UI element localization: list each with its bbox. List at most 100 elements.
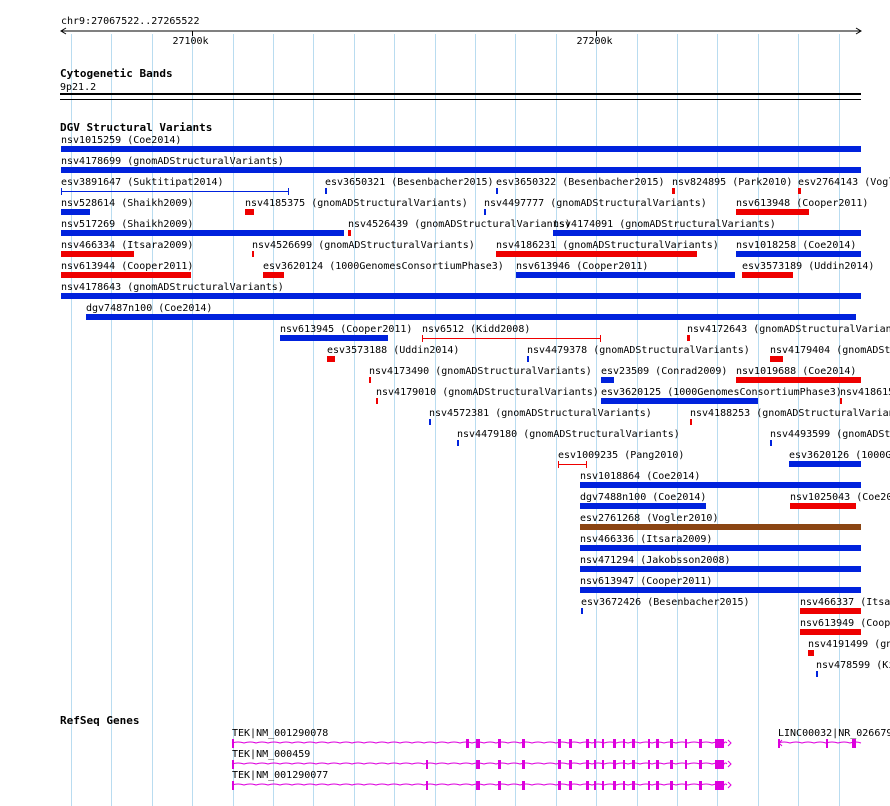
refseq-exon[interactable] (699, 739, 702, 748)
dgv-feature[interactable]: nsv4178643 (gnomADStructuralVariants) (61, 282, 861, 299)
dgv-feature-label[interactable]: nsv613949 (Cooper2011) (800, 618, 890, 629)
refseq-exon[interactable] (476, 739, 480, 748)
dgv-feature[interactable]: nsv4179010 (gnomADStructuralVariants) (376, 387, 599, 404)
dgv-feature-bar[interactable] (800, 629, 861, 635)
dgv-feature-label[interactable]: nsv613948 (Cooper2011) (736, 198, 868, 209)
refseq-exon[interactable] (715, 739, 724, 748)
dgv-feature-bar[interactable] (580, 566, 861, 572)
dgv-feature[interactable]: esv1009235 (Pang2010) (558, 450, 684, 468)
dgv-feature-label[interactable]: nsv4186231 (gnomADStructuralVariants) (496, 240, 719, 251)
dgv-feature[interactable]: esv3650322 (Besenbacher2015) (496, 177, 665, 194)
refseq-exon[interactable] (569, 739, 572, 748)
dgv-feature-label[interactable]: esv3650322 (Besenbacher2015) (496, 177, 665, 188)
dgv-feature-label[interactable]: esv2761268 (Vogler2010) (580, 513, 718, 524)
dgv-feature-label[interactable]: nsv466336 (Itsara2009) (580, 534, 712, 545)
refseq-exon[interactable] (852, 739, 856, 748)
dgv-feature[interactable]: nsv613944 (Cooper2011) (61, 261, 193, 278)
dgv-feature-label[interactable]: nsv517269 (Shaikh2009) (61, 219, 193, 230)
dgv-feature[interactable]: nsv613945 (Cooper2011) (280, 324, 412, 341)
dgv-feature-bar[interactable] (61, 209, 90, 215)
dgv-feature-bar[interactable] (672, 188, 675, 194)
refseq-exon[interactable] (498, 760, 501, 769)
dgv-feature-bar[interactable] (348, 230, 351, 236)
dgv-feature-label[interactable]: esv3573188 (Uddin2014) (327, 345, 459, 356)
refseq-exon[interactable] (648, 760, 650, 769)
dgv-feature-label[interactable]: nsv613947 (Cooper2011) (580, 576, 712, 587)
dgv-feature-bar[interactable] (61, 293, 861, 299)
dgv-feature-label[interactable]: nsv1018258 (Coe2014) (736, 240, 856, 251)
refseq-exon[interactable] (602, 781, 604, 790)
dgv-feature[interactable]: nsv1019688 (Coe2014) (736, 366, 861, 383)
refseq-exon[interactable] (613, 781, 616, 790)
dgv-feature-label[interactable]: nsv478599 (Kidd2010) (816, 660, 890, 671)
dgv-feature[interactable]: esv23509 (Conrad2009) (601, 366, 727, 383)
refseq-track-title[interactable]: RefSeq Genes (60, 714, 139, 727)
refseq-exon[interactable] (632, 739, 635, 748)
refseq-exon[interactable] (602, 760, 604, 769)
refseq-exon[interactable] (522, 781, 525, 790)
dgv-feature[interactable]: nsv4174091 (gnomADStructuralVariants) (553, 219, 861, 236)
dgv-feature-label[interactable]: nsv4173490 (gnomADStructuralVariants) (369, 366, 592, 377)
dgv-feature-bar[interactable] (553, 230, 861, 236)
dgv-feature[interactable]: nsv1018864 (Coe2014) (580, 471, 861, 488)
dgv-feature[interactable]: nsv4493599 (gnomADStructuralVariants) (770, 429, 890, 446)
dgv-feature-bar[interactable] (252, 251, 254, 257)
refseq-exon[interactable] (558, 781, 561, 790)
dgv-feature[interactable]: nsv4479378 (gnomADStructuralVariants) (527, 345, 750, 362)
dgv-feature-bar[interactable] (798, 188, 801, 194)
dgv-feature-label[interactable]: esv23509 (Conrad2009) (601, 366, 727, 377)
dgv-feature-tick[interactable] (429, 419, 431, 425)
dgv-feature-label[interactable]: nsv613944 (Cooper2011) (61, 261, 193, 272)
dgv-feature-tick[interactable] (770, 440, 772, 446)
refseq-exon[interactable] (613, 760, 616, 769)
dgv-feature[interactable]: nsv6512 (Kidd2008) (422, 324, 601, 342)
dgv-feature-label[interactable]: esv3573189 (Uddin2014) (742, 261, 874, 272)
cytoband-track-title[interactable]: Cytogenetic Bands (60, 67, 173, 80)
refseq-gene-label[interactable]: TEK|NM_000459 (232, 749, 310, 760)
refseq-exon[interactable] (466, 739, 469, 748)
dgv-feature-bar[interactable] (263, 272, 284, 278)
dgv-feature-bar[interactable] (800, 608, 861, 614)
dgv-feature[interactable]: nsv4185375 (gnomADStructuralVariants) (245, 198, 468, 215)
dgv-feature[interactable]: esv3620126 (1000GenomesConsortiumPhase3) (789, 450, 890, 467)
refseq-exon[interactable] (623, 760, 625, 769)
dgv-feature-tick[interactable] (457, 440, 459, 446)
refseq-exon[interactable] (586, 760, 589, 769)
dgv-feature[interactable]: nsv613947 (Cooper2011) (580, 576, 861, 593)
dgv-feature-tick[interactable] (581, 608, 583, 614)
refseq-exon[interactable] (632, 781, 635, 790)
dgv-feature-label[interactable]: nsv4479378 (gnomADStructuralVariants) (527, 345, 750, 356)
refseq-exon[interactable] (648, 781, 650, 790)
refseq-exon[interactable] (685, 739, 687, 748)
dgv-feature-bar[interactable] (789, 461, 861, 467)
dgv-feature-label[interactable]: dgv7487n100 (Coe2014) (86, 303, 212, 314)
dgv-feature-label[interactable]: nsv4191499 (gnomADStructuralVariants) (808, 639, 890, 650)
dgv-feature-bar[interactable] (580, 524, 861, 530)
dgv-feature-label[interactable]: nsv4178699 (gnomADStructuralVariants) (61, 156, 284, 167)
dgv-feature-bar[interactable] (280, 335, 388, 341)
dgv-feature[interactable]: esv3650321 (Besenbacher2015) (325, 177, 494, 194)
dgv-feature-bar[interactable] (61, 167, 861, 173)
dgv-feature-label[interactable]: nsv4179404 (gnomADStructuralVariants) (770, 345, 890, 356)
dgv-feature-label[interactable]: nsv613945 (Cooper2011) (280, 324, 412, 335)
dgv-feature-label[interactable]: nsv4526439 (gnomADStructuralVariants) (348, 219, 571, 230)
dgv-feature[interactable]: nsv4479180 (gnomADStructuralVariants) (457, 429, 680, 446)
refseq-exon[interactable] (648, 739, 650, 748)
dgv-feature[interactable]: nsv466337 (Itsara2009) (800, 597, 890, 614)
dgv-feature[interactable]: nsv4179404 (gnomADStructuralVariants) (770, 345, 890, 362)
refseq-exon[interactable] (426, 781, 428, 790)
dgv-feature-tick[interactable] (496, 188, 498, 194)
refseq-exon[interactable] (656, 781, 659, 790)
dgv-feature-bar[interactable] (742, 272, 793, 278)
refseq-exon[interactable] (632, 760, 635, 769)
dgv-feature[interactable]: nsv4497777 (gnomADStructuralVariants) (484, 198, 707, 215)
dgv-feature[interactable]: esv2761268 (Vogler2010) (580, 513, 861, 530)
dgv-feature[interactable]: esv2764143 (Vogler2010) (798, 177, 890, 194)
dgv-feature[interactable]: nsv466336 (Itsara2009) (580, 534, 861, 551)
dgv-feature[interactable]: nsv1025043 (Coe2014) (790, 492, 890, 509)
dgv-feature[interactable]: nsv517269 (Shaikh2009) (61, 219, 344, 236)
refseq-exon[interactable] (232, 739, 234, 748)
refseq-exon[interactable] (623, 781, 625, 790)
dgv-feature-label[interactable]: nsv4572381 (gnomADStructuralVariants) (429, 408, 652, 419)
dgv-feature-label[interactable]: nsv4479180 (gnomADStructuralVariants) (457, 429, 680, 440)
